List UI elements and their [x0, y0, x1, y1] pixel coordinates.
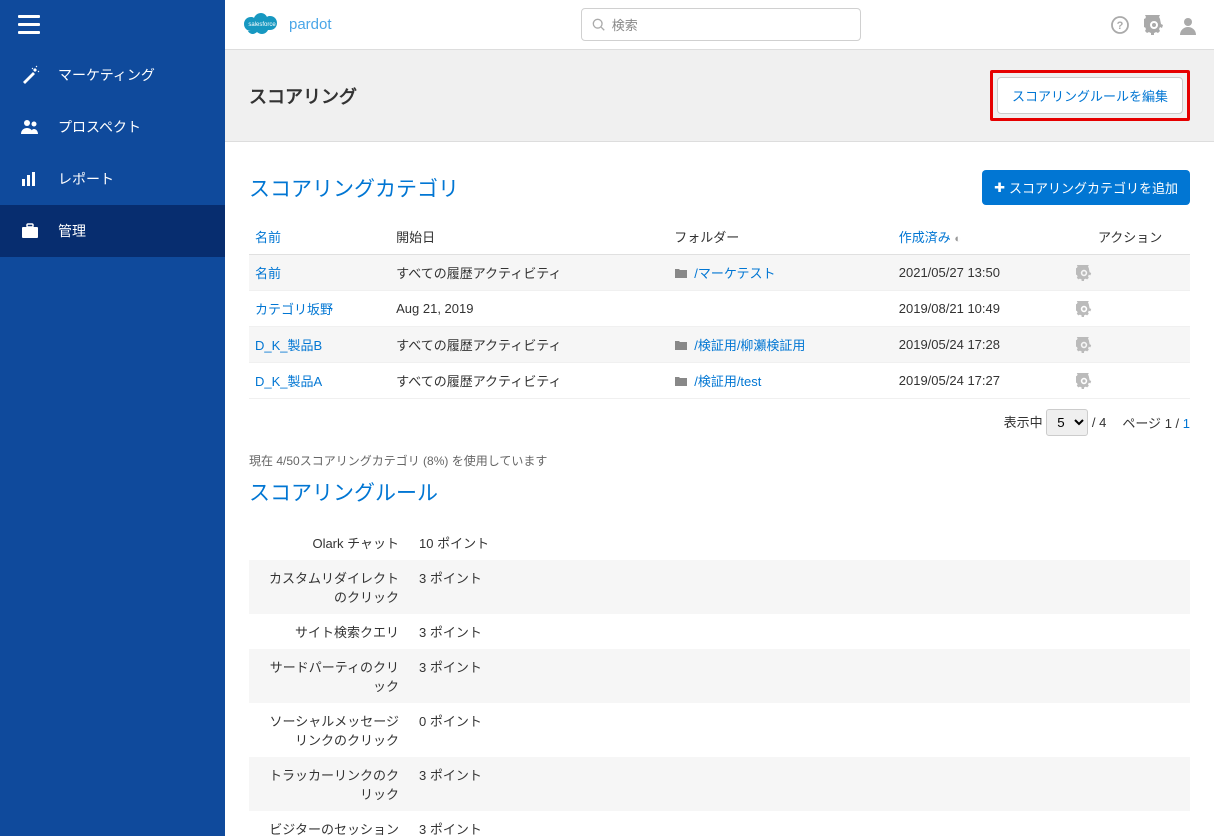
col-action: アクション	[1070, 219, 1190, 255]
rule-label: Olark チャット	[249, 525, 409, 560]
table-row: D_K_製品B すべての履歴アクティビティ /検証用/柳瀬検証用 2019/05…	[249, 327, 1190, 363]
table-row: D_K_製品A すべての履歴アクティビティ /検証用/test 2019/05/…	[249, 363, 1190, 399]
rule-value: 3 ポイント	[409, 614, 1190, 649]
rule-row: Olark チャット10 ポイント	[249, 525, 1190, 560]
rules-table: Olark チャット10 ポイントカスタムリダイレクトのクリック3 ポイントサイ…	[249, 525, 1190, 836]
folder-icon	[674, 375, 688, 387]
rule-value: 3 ポイント	[409, 560, 1190, 614]
nav-marketing[interactable]: マーケティング	[0, 49, 225, 101]
svg-text:salesforce: salesforce	[248, 22, 276, 28]
row-actions-button[interactable]	[1070, 327, 1190, 363]
brand-name: pardot	[289, 16, 332, 33]
created-date: 2019/05/24 17:27	[893, 363, 1071, 399]
pager: 表示中 5 / 4 ページ 1 / 1	[249, 409, 1190, 436]
brand-logo[interactable]: salesforce pardot	[241, 11, 332, 39]
rule-row: サードパーティのクリック3 ポイント	[249, 649, 1190, 703]
folder-icon	[674, 267, 688, 279]
rule-label: ソーシャルメッセージリンクのクリック	[249, 703, 409, 757]
rule-label: ビジターのセッション	[249, 811, 409, 836]
rule-row: カスタムリダイレクトのクリック3 ポイント	[249, 560, 1190, 614]
start-date: すべての履歴アクティビティ	[390, 327, 668, 363]
nav-label: マーケティング	[58, 65, 155, 85]
categories-title: スコアリングカテゴリ	[249, 173, 459, 203]
folder-link[interactable]: /検証用/test	[694, 371, 761, 390]
sidebar: マーケティングプロスペクトレポート管理	[0, 0, 225, 836]
wand-icon	[20, 65, 40, 85]
rule-label: カスタムリダイレクトのクリック	[249, 560, 409, 614]
row-actions-button[interactable]	[1070, 255, 1190, 291]
col-start[interactable]: 開始日	[390, 219, 668, 255]
add-category-button[interactable]: ✚ スコアリングカテゴリを追加	[982, 170, 1190, 205]
sort-desc-icon: ◐	[954, 233, 961, 245]
briefcase-icon	[20, 221, 40, 241]
plus-icon: ✚	[994, 180, 1005, 196]
hamburger-icon	[18, 15, 40, 34]
col-created[interactable]: 作成済み ◐	[893, 219, 1071, 255]
rule-label: サイト検索クエリ	[249, 614, 409, 649]
table-row: 名前 すべての履歴アクティビティ /マーケテスト 2021/05/27 13:5…	[249, 255, 1190, 291]
rule-label: サードパーティのクリック	[249, 649, 409, 703]
user-icon[interactable]	[1178, 15, 1198, 35]
start-date: Aug 21, 2019	[390, 291, 668, 327]
rule-value: 3 ポイント	[409, 649, 1190, 703]
page-header: スコアリング スコアリングルールを編集	[225, 49, 1214, 142]
created-date: 2019/08/21 10:49	[893, 291, 1071, 327]
search-input[interactable]: 検索	[581, 8, 861, 41]
add-category-label: スコアリングカテゴリを追加	[1009, 178, 1178, 197]
folder-icon	[674, 339, 688, 351]
category-name-link[interactable]: D_K_製品B	[255, 338, 322, 353]
category-name-link[interactable]: 名前	[255, 266, 281, 281]
rule-value: 10 ポイント	[409, 525, 1190, 560]
rules-title: スコアリングルール	[249, 477, 1190, 507]
nav-report[interactable]: レポート	[0, 153, 225, 205]
search-icon	[592, 18, 606, 32]
help-icon[interactable]: ?	[1110, 15, 1130, 35]
page-label: ページ	[1122, 416, 1161, 431]
row-actions-button[interactable]	[1070, 363, 1190, 399]
nav-prospect[interactable]: プロスペクト	[0, 101, 225, 153]
edit-scoring-rules-button[interactable]: スコアリングルールを編集	[997, 77, 1183, 114]
rule-row: ビジターのセッション3 ポイント	[249, 811, 1190, 836]
rule-row: サイト検索クエリ3 ポイント	[249, 614, 1190, 649]
rule-value: 3 ポイント	[409, 757, 1190, 811]
start-date: すべての履歴アクティビティ	[390, 363, 668, 399]
total-pages[interactable]: 1	[1183, 416, 1190, 431]
search-placeholder: 検索	[612, 15, 638, 34]
topbar: salesforce pardot 検索 ?	[225, 0, 1214, 49]
rule-value: 0 ポイント	[409, 703, 1190, 757]
current-page: 1	[1165, 416, 1172, 431]
category-name-link[interactable]: D_K_製品A	[255, 374, 322, 389]
created-date: 2019/05/24 17:28	[893, 327, 1071, 363]
rule-label: トラッカーリンクのクリック	[249, 757, 409, 811]
nav-label: 管理	[58, 221, 86, 241]
chart-icon	[20, 169, 40, 189]
table-row: カテゴリ坂野 Aug 21, 2019 2019/08/21 10:49	[249, 291, 1190, 327]
start-date: すべての履歴アクティビティ	[390, 255, 668, 291]
row-actions-button[interactable]	[1070, 291, 1190, 327]
settings-icon[interactable]	[1144, 15, 1164, 35]
col-folder[interactable]: フォルダー	[668, 219, 893, 255]
page-size-select[interactable]: 5	[1046, 409, 1088, 436]
highlight-frame: スコアリングルールを編集	[990, 70, 1190, 121]
nav-label: プロスペクト	[58, 117, 141, 137]
created-date: 2021/05/27 13:50	[893, 255, 1071, 291]
rule-row: トラッカーリンクのクリック3 ポイント	[249, 757, 1190, 811]
rule-value: 3 ポイント	[409, 811, 1190, 836]
svg-text:?: ?	[1117, 20, 1124, 32]
folder-link[interactable]: /検証用/柳瀬検証用	[694, 335, 805, 354]
menu-toggle[interactable]	[0, 0, 225, 49]
total-count: 4	[1099, 415, 1106, 430]
categories-table: 名前 開始日 フォルダー 作成済み ◐ アクション 名前 すべての履歴アクティビ…	[249, 219, 1190, 399]
col-name[interactable]: 名前	[249, 219, 390, 255]
category-name-link[interactable]: カテゴリ坂野	[255, 302, 333, 317]
showing-label: 表示中	[1004, 415, 1043, 430]
salesforce-cloud-icon: salesforce	[241, 11, 283, 39]
page-title: スコアリング	[249, 83, 357, 109]
rule-row: ソーシャルメッセージリンクのクリック0 ポイント	[249, 703, 1190, 757]
users-icon	[20, 117, 40, 137]
nav-admin[interactable]: 管理	[0, 205, 225, 257]
nav-label: レポート	[58, 169, 114, 189]
usage-note: 現在 4/50スコアリングカテゴリ (8%) を使用しています	[249, 452, 1190, 469]
folder-link[interactable]: /マーケテスト	[694, 263, 775, 282]
